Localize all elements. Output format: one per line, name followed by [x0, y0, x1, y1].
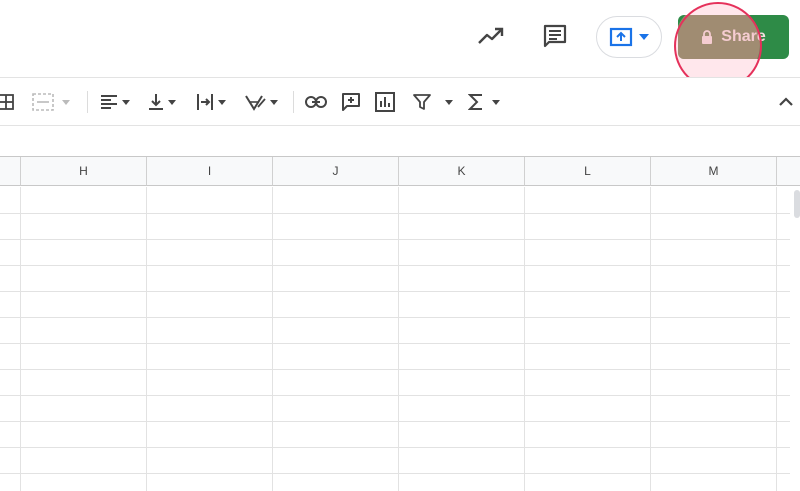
insert-comment-button[interactable]	[341, 91, 361, 113]
scrollbar-thumb[interactable]	[794, 190, 800, 218]
toolbar-divider	[87, 91, 88, 113]
grid-column-line	[524, 187, 525, 491]
create-filter-button[interactable]	[413, 91, 453, 113]
column-header-l[interactable]: L	[525, 157, 651, 186]
collapse-toolbar-button[interactable]	[778, 91, 794, 113]
grid-column-line	[650, 187, 651, 491]
column-header-i[interactable]: I	[147, 157, 273, 186]
vertical-align-button[interactable]	[148, 91, 176, 113]
functions-button[interactable]	[468, 91, 500, 113]
comment-icon	[543, 24, 567, 48]
column-header-k[interactable]: K	[399, 157, 525, 186]
insert-comment-icon	[342, 93, 360, 111]
vertical-align-bottom-icon	[149, 94, 163, 110]
present-upload-icon	[609, 27, 633, 47]
insert-chart-icon	[375, 92, 395, 112]
functions-icon	[468, 94, 482, 110]
borders-button[interactable]	[0, 91, 14, 113]
text-rotation-icon	[245, 95, 266, 111]
filter-icon	[413, 94, 431, 110]
grid-column-line	[20, 187, 21, 491]
chevron-down-icon	[492, 99, 500, 105]
grid-row-line	[0, 447, 790, 448]
text-rotation-button[interactable]	[244, 91, 278, 113]
merge-cells-icon	[32, 93, 54, 111]
chevron-down-icon	[445, 99, 453, 105]
chevron-down-icon	[62, 99, 70, 105]
vertical-scrollbar[interactable]	[790, 187, 800, 491]
grid-row-line	[0, 421, 790, 422]
grid-column-line	[398, 187, 399, 491]
chevron-down-icon	[218, 99, 226, 105]
chevron-down-icon	[168, 99, 176, 105]
borders-icon	[0, 94, 14, 110]
grid-row-line	[0, 395, 790, 396]
present-button[interactable]	[596, 16, 662, 58]
formatting-toolbar	[0, 77, 800, 125]
insert-link-button[interactable]	[305, 91, 327, 113]
chevron-down-icon	[639, 34, 649, 40]
chevron-down-icon	[122, 99, 130, 105]
activity-dashboard-button[interactable]	[475, 22, 507, 50]
grid-row-line	[0, 213, 790, 214]
align-left-icon	[101, 95, 117, 109]
grid-row-line	[0, 473, 790, 474]
grid-row-line	[0, 265, 790, 266]
top-bar: Share	[0, 0, 800, 90]
grid-row-line	[0, 343, 790, 344]
text-wrap-icon	[197, 94, 213, 110]
grid-row-line	[0, 291, 790, 292]
column-header-j[interactable]: J	[273, 157, 399, 186]
chevron-down-icon	[270, 99, 278, 105]
text-wrapping-button[interactable]	[196, 91, 226, 113]
merge-cells-button[interactable]	[32, 91, 70, 113]
grid-column-line	[146, 187, 147, 491]
trending-up-icon	[478, 27, 504, 44]
column-header-edge	[777, 157, 800, 186]
grid-row-line	[0, 317, 790, 318]
spreadsheet-window: Share H I J K L M	[0, 0, 800, 491]
horizontal-align-button[interactable]	[100, 91, 130, 113]
sheet-grid[interactable]: H I J K L M	[0, 156, 800, 491]
formula-bar[interactable]	[0, 125, 800, 155]
toolbar-divider	[293, 91, 294, 113]
column-header-h[interactable]: H	[21, 157, 147, 186]
column-header-partial[interactable]	[0, 157, 21, 186]
grid-column-line	[776, 187, 777, 491]
insert-chart-button[interactable]	[375, 91, 395, 113]
collapse-chevron-icon	[779, 97, 793, 106]
grid-row-line	[0, 369, 790, 370]
grid-row-line	[0, 239, 790, 240]
column-header-m[interactable]: M	[651, 157, 777, 186]
grid-column-line	[272, 187, 273, 491]
insert-link-icon	[305, 96, 327, 108]
comments-button[interactable]	[538, 20, 572, 52]
